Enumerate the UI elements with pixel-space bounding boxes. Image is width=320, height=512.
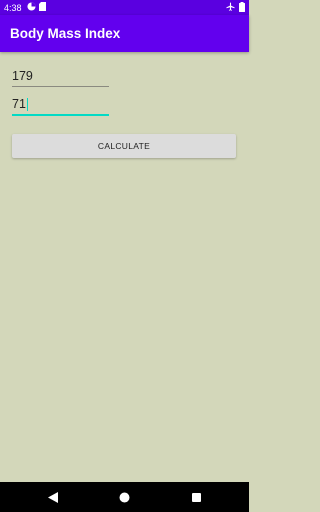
height-input[interactable]: 179 [12,65,109,87]
calculate-button[interactable]: CALCULATE [12,134,236,158]
height-value: 179 [12,69,33,83]
battery-icon [239,1,245,14]
airplane-mode-icon [226,2,235,13]
status-time: 4:38 [4,2,22,13]
weight-input[interactable]: 71 [12,94,109,116]
app-title: Body Mass Index [10,26,121,41]
navigation-bar [0,482,249,512]
back-icon[interactable] [33,482,73,512]
pie-chart-icon [26,2,36,13]
app-bar: Body Mass Index [0,15,249,52]
status-bar: 4:38 [0,0,249,15]
sd-card-icon [38,2,46,13]
home-icon[interactable] [105,482,145,512]
weight-value: 71 [12,97,26,111]
main-content: 179 71 CALCULATE [0,52,249,482]
recents-icon[interactable] [177,482,217,512]
text-cursor [26,98,28,111]
